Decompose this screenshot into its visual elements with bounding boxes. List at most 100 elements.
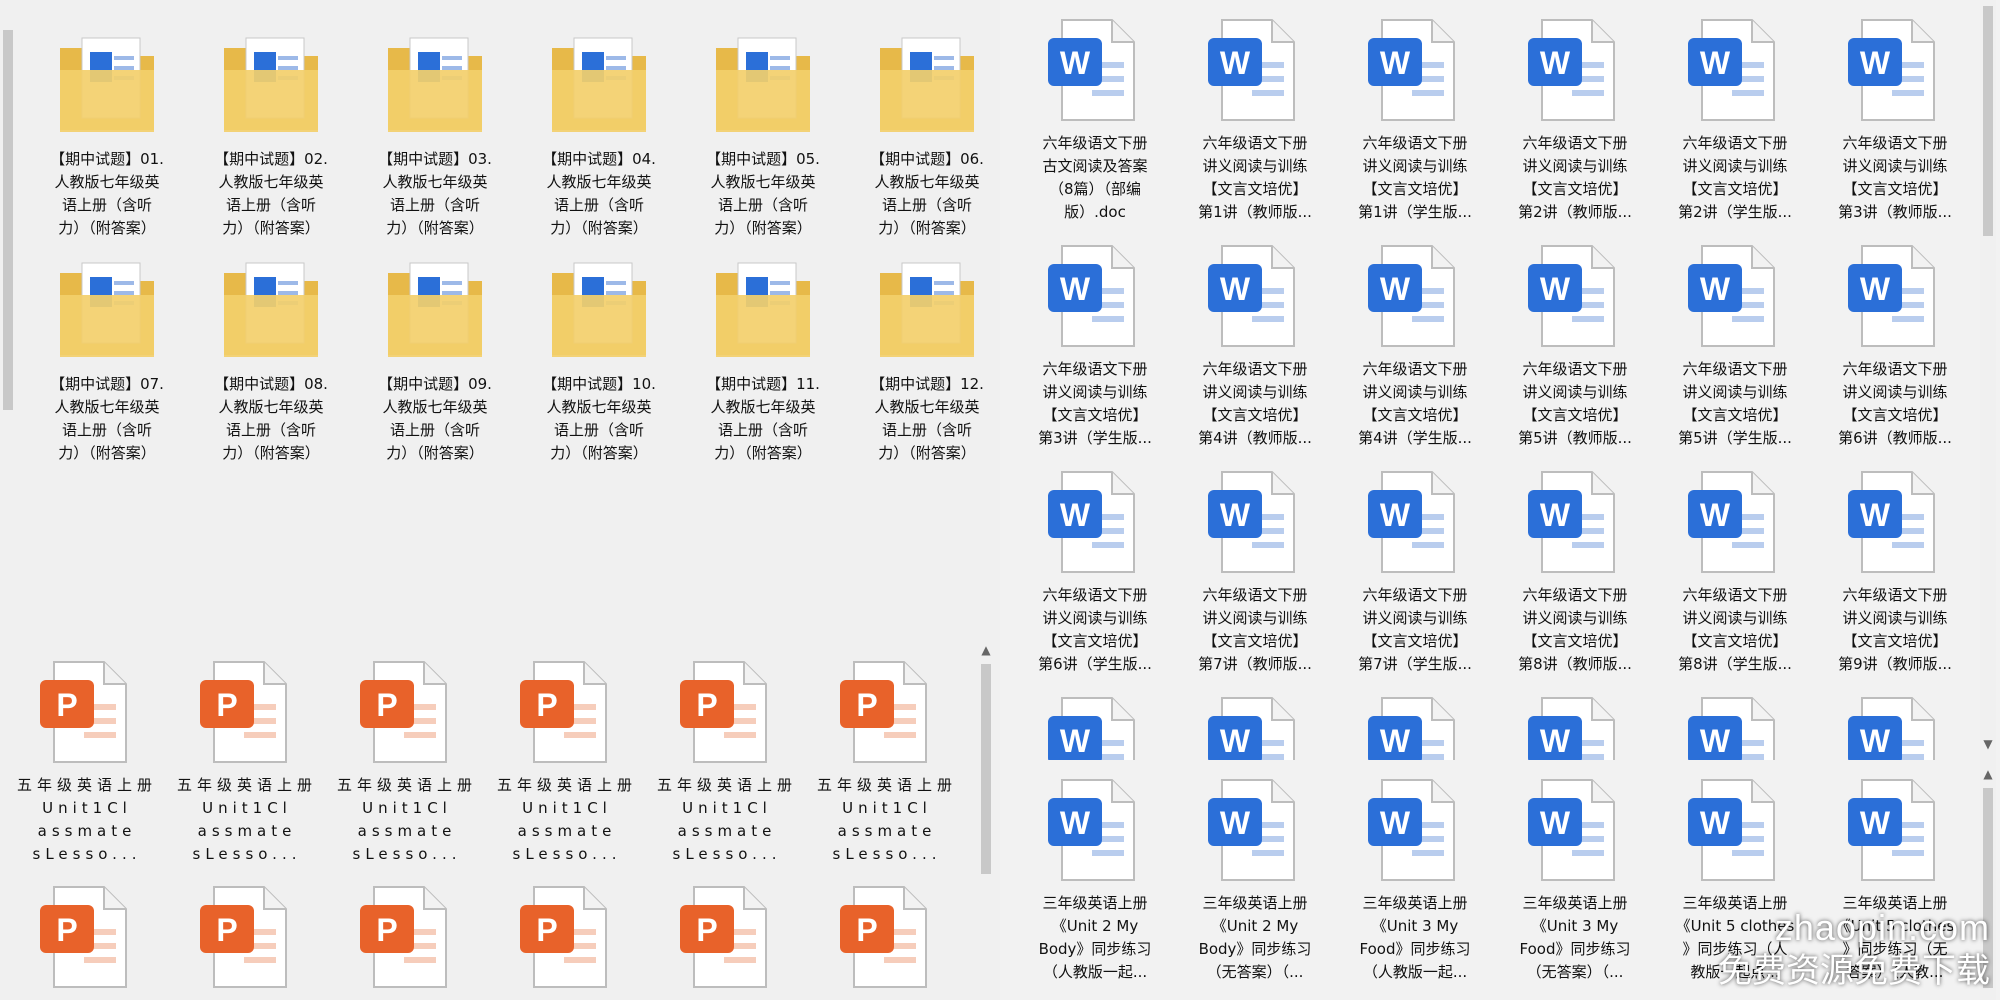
folder-icon bbox=[380, 30, 490, 140]
word-file-icon: W bbox=[1840, 466, 1950, 576]
svg-text:W: W bbox=[1060, 497, 1091, 533]
scroll-down-arrow-icon[interactable]: ▼ bbox=[1980, 736, 1996, 752]
ppt-file-item[interactable]: P 五年级英语上册 Unit1Cl assmate sLesso... bbox=[332, 656, 482, 866]
ppt-panel-scrollbar[interactable]: ▲ bbox=[978, 640, 994, 1000]
folder-item[interactable]: 【期中试题】01. 人教版七年级英 语上册（含听 力）（附答案） bbox=[32, 30, 182, 240]
folder-panel-scrollbar[interactable] bbox=[0, 20, 16, 640]
ppt-file-item[interactable]: P 五年级英语上册 Unit1Cl assmate sLesso... bbox=[812, 656, 962, 866]
powerpoint-file-icon: P bbox=[192, 656, 302, 766]
word-file-item[interactable]: W 六年级语文下册 讲义阅读与训练 【文言文培优】 第1讲（教师版... bbox=[1180, 14, 1330, 224]
word-file-icon: W bbox=[1200, 240, 1310, 350]
word-file-item[interactable]: W bbox=[1500, 692, 1650, 760]
word-file-item[interactable]: W bbox=[1020, 692, 1170, 760]
word-file-item[interactable]: W 六年级语文下册 讲义阅读与训练 【文言文培优】 第5讲（学生版... bbox=[1660, 240, 1810, 450]
scrollbar-thumb[interactable] bbox=[981, 664, 991, 874]
svg-text:W: W bbox=[1380, 497, 1411, 533]
word-file-icon: W bbox=[1520, 774, 1630, 884]
folder-item[interactable]: 【期中试题】03. 人教版七年级英 语上册（含听 力）（附答案） bbox=[360, 30, 510, 240]
word-file-item[interactable]: W bbox=[1660, 692, 1810, 760]
word-panel: W 六年级语文下册 古文阅读及答案 （8篇）（部编 版）.doc W 六年级语文… bbox=[1000, 0, 2000, 760]
svg-text:W: W bbox=[1700, 497, 1731, 533]
scroll-up-arrow-icon[interactable]: ▲ bbox=[978, 642, 994, 658]
svg-text:W: W bbox=[1060, 271, 1091, 307]
file-label: 五年级英语上册 Unit1Cl assmate sLesso... bbox=[656, 776, 797, 863]
svg-text:W: W bbox=[1540, 45, 1571, 81]
powerpoint-file-icon: P bbox=[672, 656, 782, 766]
scroll-up-arrow-icon[interactable]: ▲ bbox=[1980, 766, 1996, 782]
svg-text:W: W bbox=[1700, 723, 1731, 759]
folder-item[interactable]: 【期中试题】07. 人教版七年级英 语上册（含听 力）（附答案） bbox=[32, 255, 182, 465]
ppt-file-item[interactable]: P bbox=[172, 881, 322, 999]
word-file-item[interactable]: W 六年级语文下册 讲义阅读与训练 【文言文培优】 第2讲（学生版... bbox=[1660, 14, 1810, 224]
svg-text:W: W bbox=[1700, 45, 1731, 81]
word-file-item[interactable]: W 六年级语文下册 讲义阅读与训练 【文言文培优】 第1讲（学生版... bbox=[1340, 14, 1490, 224]
word-file-item[interactable]: W 三年级英语上册 《Unit 2 My Body》同步练习 （人教版一起... bbox=[1020, 774, 1170, 984]
folder-item[interactable]: 【期中试题】10. 人教版七年级英 语上册（含听 力）（附答案） bbox=[524, 255, 674, 465]
word-file-item[interactable]: W bbox=[1180, 692, 1330, 760]
file-label: 五年级英语上册 Unit1Cl assmate sLesso... bbox=[496, 776, 637, 863]
file-label: 【期中试题】10. 人教版七年级英 语上册（含听 力）（附答案） bbox=[542, 375, 656, 462]
word-file-item[interactable]: W 六年级语文下册 讲义阅读与训练 【文言文培优】 第4讲（教师版... bbox=[1180, 240, 1330, 450]
word-panel-2: W 三年级英语上册 《Unit 2 My Body》同步练习 （人教版一起...… bbox=[1000, 760, 2000, 1000]
word-file-item[interactable]: W bbox=[1820, 692, 1970, 760]
word-file-item[interactable]: W 六年级语文下册 讲义阅读与训练 【文言文培优】 第8讲（教师版... bbox=[1500, 466, 1650, 676]
word-file-item[interactable]: W 六年级语文下册 讲义阅读与训练 【文言文培优】 第8讲（学生版... bbox=[1660, 466, 1810, 676]
word-file-item[interactable]: W 六年级语文下册 讲义阅读与训练 【文言文培优】 第3讲（教师版... bbox=[1820, 14, 1970, 224]
file-label: 六年级语文下册 讲义阅读与训练 【文言文培优】 第4讲（教师版... bbox=[1198, 360, 1312, 447]
word-file-item[interactable]: W 三年级英语上册 《Unit 3 My Food》同步练习 （无答案）（... bbox=[1500, 774, 1650, 984]
svg-text:W: W bbox=[1540, 271, 1571, 307]
svg-text:W: W bbox=[1380, 723, 1411, 759]
word-file-item[interactable]: W 三年级英语上册 《Unit 2 My Body》同步练习 （无答案）（... bbox=[1180, 774, 1330, 984]
scrollbar-thumb[interactable] bbox=[3, 30, 13, 410]
ppt-file-item[interactable]: P bbox=[492, 881, 642, 999]
word-file-item[interactable]: W 六年级语文下册 讲义阅读与训练 【文言文培优】 第4讲（学生版... bbox=[1340, 240, 1490, 450]
file-label: 六年级语文下册 讲义阅读与训练 【文言文培优】 第1讲（教师版... bbox=[1198, 134, 1312, 221]
word-grid: W 六年级语文下册 古文阅读及答案 （8篇）（部编 版）.doc W 六年级语文… bbox=[1000, 0, 2000, 760]
word-file-item[interactable]: W 六年级语文下册 讲义阅读与训练 【文言文培优】 第9讲（教师版... bbox=[1820, 466, 1970, 676]
file-label: 五年级英语上册 Unit1Cl assmate sLesso... bbox=[816, 776, 957, 863]
ppt-file-item[interactable]: P bbox=[812, 881, 962, 999]
word-file-icon: W bbox=[1840, 240, 1950, 350]
word-file-item[interactable]: W 六年级语文下册 讲义阅读与训练 【文言文培优】 第3讲（学生版... bbox=[1020, 240, 1170, 450]
word-file-item[interactable]: W 六年级语文下册 讲义阅读与训练 【文言文培优】 第5讲（教师版... bbox=[1500, 240, 1650, 450]
folder-item[interactable]: 【期中试题】12. 人教版七年级英 语上册（含听 力）（附答案） bbox=[852, 255, 1000, 465]
folder-item[interactable]: 【期中试题】08. 人教版七年级英 语上册（含听 力）（附答案） bbox=[196, 255, 346, 465]
word-file-item[interactable]: W 三年级英语上册 《Unit 3 My Food》同步练习 （人教版一起... bbox=[1340, 774, 1490, 984]
folder-icon bbox=[872, 255, 982, 365]
file-label: 六年级语文下册 讲义阅读与训练 【文言文培优】 第9讲（教师版... bbox=[1838, 586, 1952, 673]
word-file-item[interactable]: W 六年级语文下册 古文阅读及答案 （8篇）（部编 版）.doc bbox=[1020, 14, 1170, 224]
folder-item[interactable]: 【期中试题】11. 人教版七年级英 语上册（含听 力）（附答案） bbox=[688, 255, 838, 465]
word-file-item[interactable]: W 六年级语文下册 讲义阅读与训练 【文言文培优】 第7讲（学生版... bbox=[1340, 466, 1490, 676]
file-label: 【期中试题】12. 人教版七年级英 语上册（含听 力）（附答案） bbox=[870, 375, 984, 462]
folder-icon bbox=[544, 30, 654, 140]
ppt-file-item[interactable]: P 五年级英语上册 Unit1Cl assmate sLesso... bbox=[172, 656, 322, 866]
word-file-item[interactable]: W 六年级语文下册 讲义阅读与训练 【文言文培优】 第6讲（学生版... bbox=[1020, 466, 1170, 676]
powerpoint-file-icon: P bbox=[32, 881, 142, 991]
ppt-file-item[interactable]: P 五年级英语上册 Unit1Cl assmate sLesso... bbox=[652, 656, 802, 866]
svg-text:W: W bbox=[1700, 805, 1731, 841]
word-file-icon: W bbox=[1040, 692, 1150, 760]
watermark: zhaopin.com 免费资源免费下载 bbox=[1718, 907, 1990, 992]
folder-item[interactable]: 【期中试题】06. 人教版七年级英 语上册（含听 力）（附答案） bbox=[852, 30, 1000, 240]
word-file-item[interactable]: W 六年级语文下册 讲义阅读与训练 【文言文培优】 第7讲（教师版... bbox=[1180, 466, 1330, 676]
ppt-file-item[interactable]: P 五年级英语上册 Unit1Cl assmate sLesso... bbox=[492, 656, 642, 866]
ppt-file-item[interactable]: P bbox=[332, 881, 482, 999]
svg-text:P: P bbox=[376, 912, 397, 948]
ppt-file-item[interactable]: P bbox=[652, 881, 802, 999]
ppt-file-item[interactable]: P 五年级英语上册 Unit1Cl assmate sLesso... bbox=[12, 656, 162, 866]
svg-text:P: P bbox=[536, 687, 557, 723]
scrollbar-thumb[interactable] bbox=[1983, 6, 1993, 236]
word-file-item[interactable]: W 六年级语文下册 讲义阅读与训练 【文言文培优】 第6讲（教师版... bbox=[1820, 240, 1970, 450]
folder-item[interactable]: 【期中试题】04. 人教版七年级英 语上册（含听 力）（附答案） bbox=[524, 30, 674, 240]
file-label: 【期中试题】11. 人教版七年级英 语上册（含听 力）（附答案） bbox=[706, 375, 820, 462]
ppt-file-item[interactable]: P bbox=[12, 881, 162, 999]
folder-item[interactable]: 【期中试题】05. 人教版七年级英 语上册（含听 力）（附答案） bbox=[688, 30, 838, 240]
file-label: 六年级语文下册 讲义阅读与训练 【文言文培优】 第2讲（教师版... bbox=[1518, 134, 1632, 221]
folder-item[interactable]: 【期中试题】09. 人教版七年级英 语上册（含听 力）（附答案） bbox=[360, 255, 510, 465]
svg-text:W: W bbox=[1220, 271, 1251, 307]
word-panel-scrollbar[interactable]: ▼ bbox=[1980, 0, 1996, 760]
word-file-item[interactable]: W 六年级语文下册 讲义阅读与训练 【文言文培优】 第2讲（教师版... bbox=[1500, 14, 1650, 224]
word-file-item[interactable]: W bbox=[1340, 692, 1490, 760]
folder-item[interactable]: 【期中试题】02. 人教版七年级英 语上册（含听 力）（附答案） bbox=[196, 30, 346, 240]
file-label: 六年级语文下册 讲义阅读与训练 【文言文培优】 第6讲（教师版... bbox=[1838, 360, 1952, 447]
